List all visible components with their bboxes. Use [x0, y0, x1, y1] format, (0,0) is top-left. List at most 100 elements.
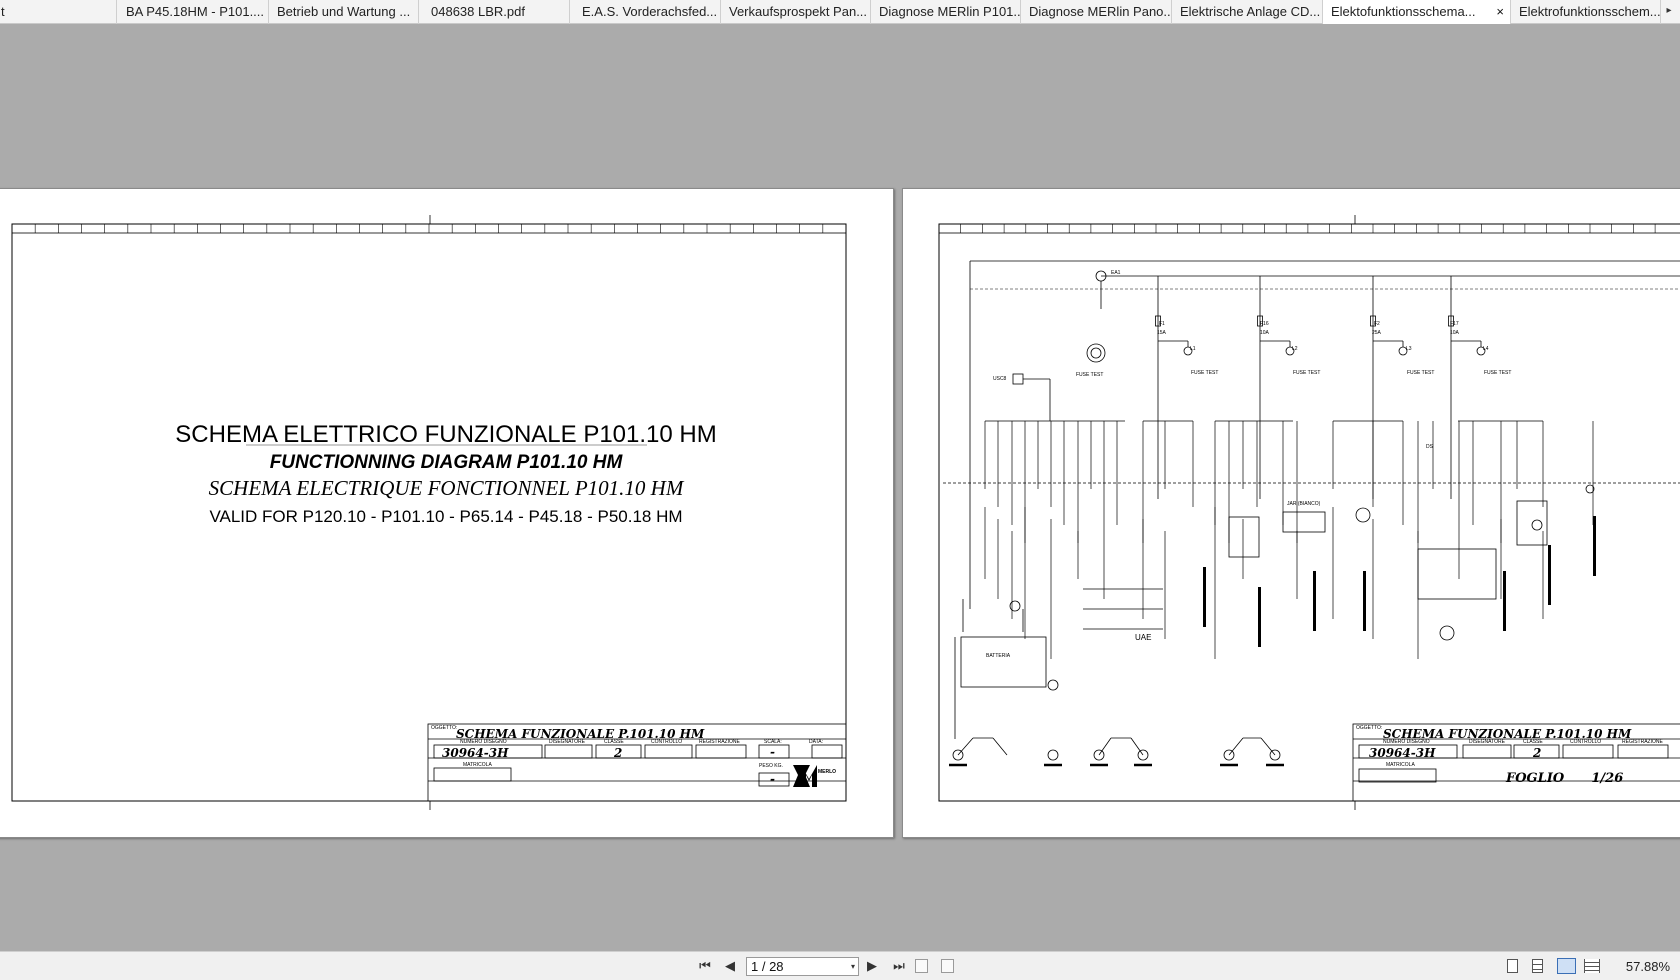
drawing-line [992, 737, 1008, 756]
copy-icon[interactable] [915, 959, 928, 973]
label-ea1: EA1 [1111, 270, 1121, 276]
drawing-line [1098, 737, 1112, 756]
tb2-disegnatore-label: DISEGNATORE [1469, 739, 1505, 745]
drawing-line [957, 737, 974, 756]
tb-controllo-label: CONTROLLO [651, 739, 683, 745]
tab-document-0[interactable]: t [0, 0, 117, 24]
document-tab-bar: t BA P45.18HM - P101.... Betrieb und War… [0, 0, 1680, 25]
label-f1: F1 [1159, 321, 1165, 327]
tab-scroll-right-icon[interactable]: ▸ [1662, 0, 1676, 24]
tab-label: t [1, 4, 5, 19]
label-jar: JAR (BIANCO) [1287, 501, 1321, 507]
zoom-level[interactable]: 57.88% [1626, 959, 1670, 974]
tb2-numero: 30964-3H [1369, 746, 1436, 760]
tb-scala: - [770, 745, 775, 759]
tb-data-label: DATA: [809, 739, 823, 745]
close-tab-icon[interactable]: × [1496, 0, 1504, 24]
label-fuse-test-2: FUSE TEST [1293, 370, 1321, 376]
label-f2: F2 [1374, 321, 1380, 327]
tab-document-8[interactable]: Elektrische Anlage CD... [1172, 0, 1323, 24]
tab-document-active[interactable]: Elektofunktionsschema... × [1323, 0, 1511, 25]
drawing-title-english: FUNCTIONNING DIAGRAM P101.10 HM [269, 452, 623, 473]
label-ds: DS [1426, 444, 1433, 450]
document-view[interactable]: SCHEMA ELETTRICO FUNZIONALE P101.10 HM F… [0, 24, 1680, 951]
single-page-view-icon[interactable] [1507, 959, 1518, 973]
tb-numero: 30964-3H [442, 746, 509, 760]
label-f17-rating: 10A [1450, 330, 1459, 336]
tb-peso: - [770, 772, 775, 786]
page-navigation-bar: ⏮ ◀ 1 / 28 ▾ ▶ ⏭ 57.88% [0, 951, 1680, 980]
tab-document-10[interactable]: Elektrofunktionsschem... [1511, 0, 1661, 24]
last-page-icon[interactable]: ⏭ [890, 958, 908, 974]
label-f1-rating: 15A [1157, 330, 1166, 336]
pdf-page-2: EA1 FUSE TEST USC8 F1 15A F16 10A F2 25A… [902, 188, 1680, 838]
tb2-classe: 2 [1533, 746, 1542, 760]
tb2-oggetto-label: OGGETTO: [1356, 725, 1383, 731]
label-l4: L4 [1483, 346, 1489, 352]
tb2-classe-label: CLASSE [1523, 739, 1543, 745]
label-fuse-test-4: FUSE TEST [1484, 370, 1512, 376]
tab-label: Diagnose MERlin Pano... [1029, 4, 1172, 19]
drawing-title-french: SCHEMA ELECTRIQUE FONCTIONNEL P101.10 HM [208, 476, 684, 500]
next-page-icon[interactable]: ▶ [864, 958, 880, 974]
continuous-facing-view-icon[interactable] [1584, 959, 1600, 973]
label-l1: L1 [1190, 346, 1196, 352]
page-dropdown-icon[interactable]: ▾ [851, 958, 855, 975]
tab-label: 048638 LBR.pdf [431, 4, 525, 19]
copy-icon-2[interactable] [941, 959, 954, 973]
continuous-view-icon[interactable] [1532, 959, 1543, 973]
drawing-line [1228, 737, 1244, 756]
tab-document-1[interactable]: BA P45.18HM - P101.... [118, 0, 269, 24]
tab-document-5[interactable]: Verkaufsprospekt Pan... [721, 0, 871, 24]
tb-classe-label: CLASSE [604, 739, 624, 745]
tab-label: E.A.S. Vorderachsfed... [582, 4, 718, 19]
tb2-matricola-label: MATRICOLA [1386, 762, 1415, 768]
rotated-label-block [1363, 571, 1366, 631]
merlo-logo: MERLO [818, 769, 837, 775]
page-number-field[interactable]: 1 / 28 ▾ [746, 957, 859, 976]
drawing-title-italian: SCHEMA ELETTRICO FUNZIONALE P101.10 HM [175, 421, 717, 448]
tb-classe: 2 [614, 746, 623, 760]
tab-label: Elektrofunktionsschem... [1519, 4, 1661, 19]
label-fuse-test-main: FUSE TEST [1076, 372, 1104, 378]
rotated-label-block [1548, 545, 1551, 605]
tb2-controllo-label: CONTROLLO [1570, 739, 1602, 745]
pdf-page-1: SCHEMA ELETTRICO FUNZIONALE P101.10 HM F… [0, 188, 894, 838]
previous-page-icon[interactable]: ◀ [722, 958, 738, 974]
rotated-label-block [1503, 571, 1506, 631]
label-f16-rating: 10A [1260, 330, 1269, 336]
tab-label: BA P45.18HM - P101.... [126, 4, 265, 19]
drawing-line [1260, 737, 1276, 756]
facing-view-icon[interactable] [1557, 958, 1576, 974]
tb-oggetto-label: OGGETTO: [431, 725, 458, 731]
rotated-label-block [1258, 587, 1261, 647]
tab-label: Diagnose MERlin P101... [879, 4, 1021, 19]
tab-label: Betrieb und Wartung ... [277, 4, 411, 19]
rotated-label-block [1593, 516, 1596, 576]
label-fuse-test-1: FUSE TEST [1191, 370, 1219, 376]
tb-peso-label: PESO KG. [759, 763, 783, 769]
valid-models-line: VALID FOR P120.10 - P101.10 - P65.14 - P… [209, 507, 683, 526]
rotated-label-block [1203, 567, 1206, 627]
tab-document-6[interactable]: Diagnose MERlin P101... [871, 0, 1021, 24]
drawing-line [1130, 737, 1144, 756]
label-f17: F17 [1450, 321, 1459, 327]
tb2-numero-label: NUMERO DISEGNO [1383, 739, 1430, 745]
label-l2: L2 [1292, 346, 1298, 352]
first-page-icon[interactable]: ⏮ [697, 958, 713, 974]
tab-document-7[interactable]: Diagnose MERlin Pano... [1021, 0, 1172, 24]
label-usc8: USC8 [993, 376, 1007, 382]
tab-document-4[interactable]: E.A.S. Vorderachsfed... [570, 0, 721, 24]
ground-terminal [1047, 749, 1059, 761]
tb2-registrazione-label: REGISTRAZIONE [1622, 739, 1663, 745]
tb-disegnatore-label: DISEGNATORE [549, 739, 585, 745]
tab-document-3[interactable]: 048638 LBR.pdf [419, 0, 570, 24]
tb-numero-label: NUMERO DISEGNO [460, 739, 507, 745]
tb2-foglio: FOGLIO 1/26 [1506, 771, 1624, 786]
page-number-value: 1 / 28 [751, 959, 784, 974]
label-l3: L3 [1406, 346, 1412, 352]
tab-document-2[interactable]: Betrieb und Wartung ... [269, 0, 419, 24]
tab-label: Elektrische Anlage CD... [1180, 4, 1321, 19]
label-f2-rating: 25A [1372, 330, 1381, 336]
label-f16: F16 [1260, 321, 1269, 327]
